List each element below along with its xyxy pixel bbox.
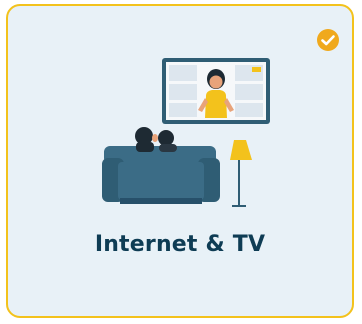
selected-checkmark-icon (317, 29, 339, 51)
couch-watching-tv-icon (102, 58, 270, 207)
option-label: Internet & TV (94, 232, 266, 257)
internet-tv-option-card[interactable]: Internet & TV (6, 4, 354, 318)
